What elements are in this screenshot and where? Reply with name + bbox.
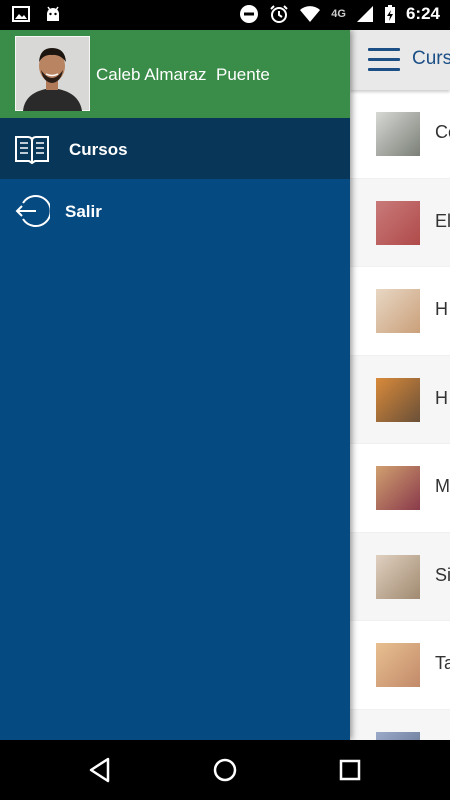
clock: 6:24 (405, 4, 440, 23)
image-icon (12, 6, 30, 22)
recents-icon[interactable] (336, 756, 364, 784)
system-navigation-bar (0, 740, 450, 800)
avatar (15, 36, 90, 111)
course-thumbnail (376, 112, 420, 156)
course-item[interactable]: H (350, 355, 450, 444)
course-item[interactable]: H (350, 267, 450, 356)
course-thumbnail (376, 554, 420, 599)
course-title: Co (435, 122, 450, 142)
drawer-item-label: Salir (65, 202, 102, 221)
course-thumbnail (376, 289, 420, 333)
drawer-item-salir[interactable]: Salir (0, 180, 350, 241)
menu-icon[interactable] (368, 48, 400, 72)
course-title: H (435, 299, 448, 319)
course-title: El (435, 210, 450, 231)
course-thumbnail (376, 643, 420, 687)
minus-circle-icon (240, 5, 259, 23)
android-icon (47, 6, 59, 21)
course-title: Si (435, 564, 450, 585)
course-title: H (435, 387, 448, 408)
course-list: Co El H H M Si Ta (350, 90, 450, 740)
course-item[interactable]: M (350, 444, 450, 533)
alarm-icon (270, 5, 288, 23)
signal-icon (356, 6, 373, 22)
network-type-label: 4G (331, 8, 346, 20)
course-item[interactable] (350, 709, 450, 740)
logout-icon (15, 195, 50, 227)
app-toolbar: Curs (350, 30, 450, 90)
main-content: Curs Co El H H M Si Ta (350, 30, 450, 740)
course-item[interactable]: Ta (350, 621, 450, 710)
course-item[interactable]: El (350, 178, 450, 267)
toolbar-title: Curs (412, 48, 450, 69)
navigation-drawer: Caleb Almaraz Puente Cursos Salir (0, 30, 350, 740)
book-icon (15, 136, 49, 165)
course-thumbnail (376, 200, 420, 245)
course-item[interactable]: Co (350, 90, 450, 179)
battery-charging-icon (384, 5, 395, 23)
drawer-item-cursos[interactable]: Cursos (0, 118, 350, 179)
back-icon[interactable] (86, 756, 114, 784)
course-title: Ta (435, 653, 450, 673)
course-thumbnail (376, 466, 420, 510)
status-bar: 4G 6:24 (0, 0, 450, 30)
course-item[interactable]: Si (350, 532, 450, 621)
user-name: Caleb Almaraz Puente (96, 65, 270, 84)
wifi-icon (300, 6, 321, 22)
course-thumbnail (376, 731, 420, 740)
course-title: M (435, 476, 450, 496)
course-thumbnail (376, 377, 420, 422)
home-icon[interactable] (211, 756, 239, 784)
drawer-header: Caleb Almaraz Puente (0, 30, 350, 118)
drawer-item-label: Cursos (69, 140, 128, 159)
